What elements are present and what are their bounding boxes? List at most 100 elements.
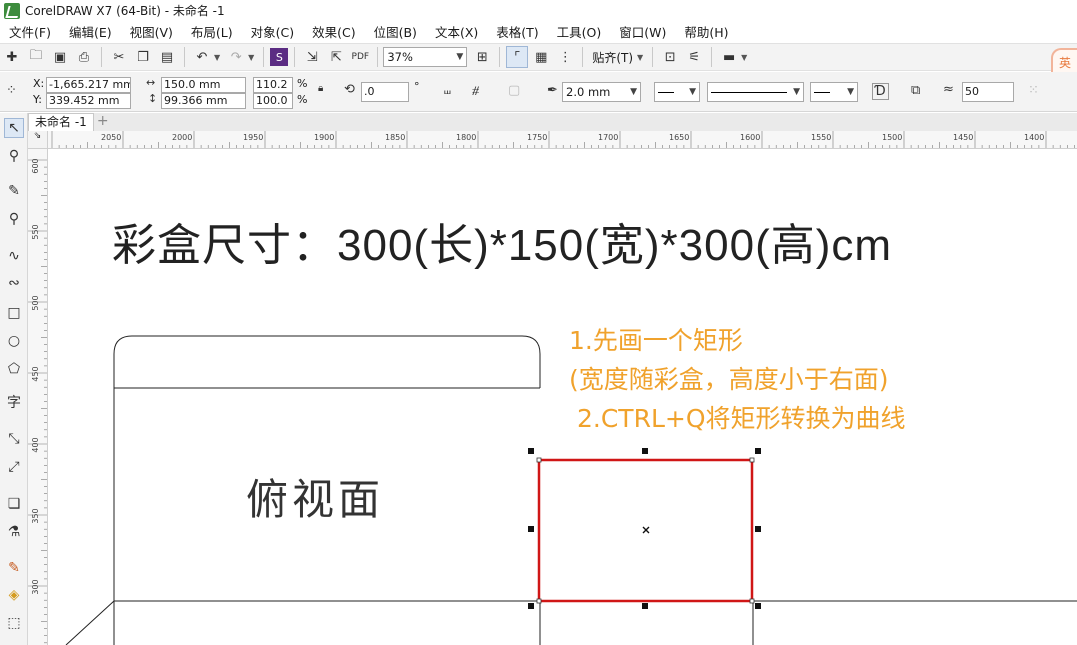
copy-icon[interactable]: ❐ (132, 46, 154, 68)
crop-tool-icon[interactable]: ✎ (4, 181, 24, 201)
cut-icon[interactable]: ✂ (108, 46, 130, 68)
options-icon[interactable]: ⚟ (683, 46, 705, 68)
y-position-field[interactable]: 339.452 mm (46, 93, 131, 109)
publish-pdf-icon[interactable]: PDF (349, 46, 371, 68)
separator (652, 47, 654, 67)
menu-layout[interactable]: 布局(L) (182, 22, 242, 41)
pick-tool-icon[interactable]: ↖ (4, 118, 24, 138)
rulers-icon[interactable]: ⌜ (506, 46, 529, 68)
launch-icon[interactable]: ▬ (718, 46, 740, 68)
print-icon[interactable]: ⎙ (73, 46, 95, 68)
selection-handle[interactable] (528, 526, 534, 532)
menu-bitmaps[interactable]: 位图(B) (365, 22, 426, 41)
nodes-icon[interactable]: ⁙ (1028, 83, 1039, 98)
artistic-media-icon[interactable]: ∾ (4, 273, 24, 293)
launch-dropdown-icon[interactable]: ▼ (741, 53, 747, 62)
rotation-field[interactable]: .0 (361, 82, 409, 102)
start-arrowhead-select[interactable]: ▼ (654, 82, 700, 102)
x-position-field[interactable]: -1,665.217 mm (46, 77, 131, 93)
instruction-step-1[interactable]: 1.先画一个矩形 (569, 321, 743, 357)
width-field[interactable]: 150.0 mm (161, 77, 246, 93)
instruction-step-2[interactable]: 2.CTRL+Q将矩形转换为曲线 (577, 399, 906, 435)
instruction-step-1-detail[interactable]: (宽度随彩盒，高度小于右面) (569, 360, 889, 396)
zoom-tool-icon[interactable]: ⚲ (4, 209, 24, 229)
center-mark-icon[interactable] (642, 526, 650, 534)
dimension-heading[interactable]: 彩盒尺寸：300(长)*150(宽)*300(高)cm (112, 209, 892, 273)
outline-width-select[interactable]: 2.0 mm ▼ (562, 82, 641, 102)
selection-handle[interactable] (755, 526, 761, 532)
export-icon[interactable]: ⇱ (325, 46, 347, 68)
corner-node[interactable] (749, 598, 755, 604)
import-icon[interactable]: ⇲ (301, 46, 323, 68)
menu-text[interactable]: 文本(X) (426, 22, 487, 41)
welcome-icon[interactable]: ⊡ (659, 46, 681, 68)
menu-file[interactable]: 文件(F) (0, 22, 60, 41)
undo-dropdown-icon[interactable]: ▼ (214, 53, 220, 62)
save-icon[interactable]: ▣ (49, 46, 71, 68)
curve-smoothing-field[interactable]: 50 (962, 82, 1014, 102)
selection-handle[interactable] (528, 448, 534, 454)
ruler-origin[interactable]: ⇘ (28, 131, 48, 149)
search-content-icon[interactable]: S (270, 48, 289, 66)
menu-help[interactable]: 帮助(H) (675, 22, 737, 41)
rounded-corners-icon[interactable]: ▢ (508, 83, 520, 98)
selection-handle[interactable] (528, 603, 534, 609)
rectangle-tool-icon[interactable]: □ (4, 303, 24, 323)
menu-table[interactable]: 表格(T) (487, 22, 547, 41)
top-face-label[interactable]: 俯视面 (246, 466, 384, 527)
undo-icon[interactable]: ↶ (191, 46, 213, 68)
connector-tool-icon[interactable]: ⤢ (4, 457, 24, 477)
guidelines-icon[interactable]: ⋮ (554, 46, 576, 68)
document-tab[interactable]: 未命名 -1 (28, 113, 94, 131)
interactive-fill-icon[interactable]: ◈ (4, 585, 24, 605)
to-front-icon[interactable]: ⧉ (911, 83, 920, 98)
shape-tool-icon[interactable]: ⚲ (4, 146, 24, 166)
menu-object[interactable]: 对象(C) (242, 22, 303, 41)
scale-x-field[interactable]: 110.2 (253, 77, 293, 93)
menu-effects[interactable]: 效果(C) (303, 22, 364, 41)
selection-handle[interactable] (642, 448, 648, 454)
redo-icon[interactable]: ↷ (225, 46, 247, 68)
zoom-levels-select[interactable]: 37% ▼ (383, 47, 468, 67)
parallel-dimension-icon[interactable]: ⤡ (4, 429, 24, 449)
corner-node[interactable] (749, 457, 755, 463)
line-style-select[interactable]: ▼ (707, 82, 804, 102)
top-flap-outline[interactable] (113, 335, 541, 388)
selection-handle[interactable] (755, 603, 761, 609)
menu-edit[interactable]: 编辑(E) (60, 22, 121, 41)
eyedropper-icon[interactable]: ✎ (4, 558, 24, 578)
snap-to-button[interactable]: 贴齐(T) (588, 49, 637, 66)
menu-tools[interactable]: 工具(O) (548, 22, 611, 41)
lock-ratio-icon[interactable]: 🔒︎ (318, 83, 323, 94)
corner-node[interactable] (536, 598, 542, 604)
mirror-vertical-icon[interactable]: ⧣ (472, 83, 479, 98)
selection-handle[interactable] (642, 603, 648, 609)
grid-icon[interactable]: ▦ (530, 46, 552, 68)
horizontal-ruler[interactable]: 2050 2000 1950 1900 1850 1800 1750 1700 … (48, 131, 1077, 149)
selection-handle[interactable] (755, 448, 761, 454)
mirror-horizontal-icon[interactable]: ⧢ (444, 83, 451, 98)
new-tab-icon[interactable]: + (94, 113, 112, 131)
transparency-icon[interactable]: ⚗ (4, 522, 24, 542)
snap-dropdown-icon[interactable]: ▼ (637, 53, 643, 62)
menu-window[interactable]: 窗口(W) (610, 22, 675, 41)
polygon-tool-icon[interactable]: ⬠ (4, 359, 24, 379)
menu-view[interactable]: 视图(V) (121, 22, 182, 41)
corner-node[interactable] (536, 457, 542, 463)
scale-y-field[interactable]: 100.0 (253, 93, 293, 109)
smart-fill-icon[interactable]: ⬚ (4, 613, 24, 633)
height-field[interactable]: 99.366 mm (161, 93, 246, 109)
redo-dropdown-icon[interactable]: ▼ (248, 53, 254, 62)
vertical-ruler[interactable]: 600 550 500 450 400 350 300 (28, 149, 48, 645)
open-icon[interactable]: 🗀 (25, 46, 47, 68)
object-origin-icon[interactable]: ⁘ (6, 83, 17, 98)
ellipse-tool-icon[interactable]: ○ (4, 331, 24, 351)
new-icon[interactable]: ✚ (1, 46, 23, 68)
end-arrowhead-select[interactable]: ▼ (810, 82, 858, 102)
fullscreen-icon[interactable]: ⊞ (471, 46, 493, 68)
text-wrap-icon[interactable]: Ɗ (872, 83, 889, 100)
paste-icon[interactable]: ▤ (156, 46, 178, 68)
drop-shadow-icon[interactable]: ❏ (4, 494, 24, 514)
text-tool-icon[interactable]: 字 (4, 392, 24, 412)
freehand-tool-icon[interactable]: ∿ (4, 246, 24, 266)
